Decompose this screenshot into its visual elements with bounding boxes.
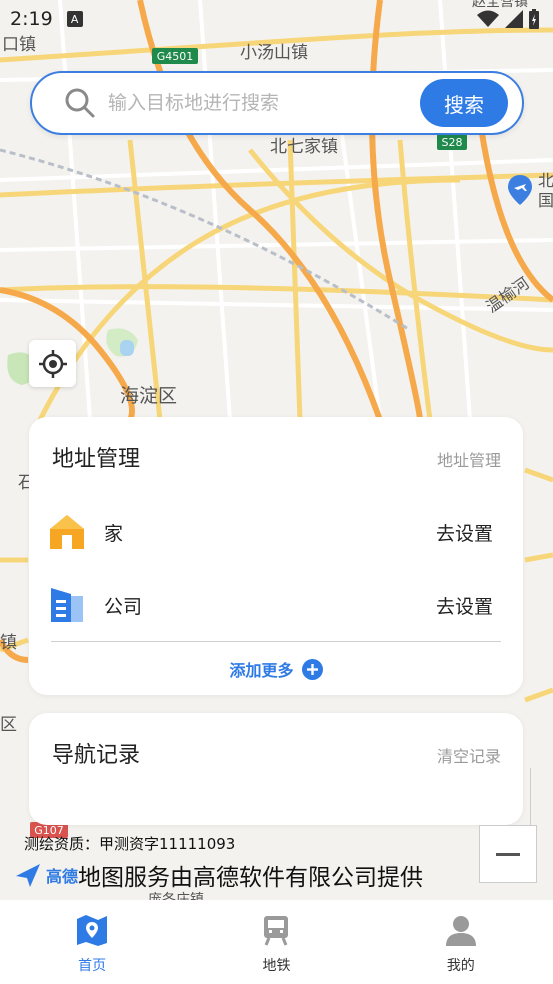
address-management-link[interactable]: 地址管理 <box>437 447 501 471</box>
map-label: 海淀区 <box>120 385 177 407</box>
add-more-button[interactable]: 添加更多 <box>29 657 523 681</box>
plus-circle-icon <box>301 658 323 680</box>
status-icons <box>477 9 539 29</box>
signal-icon <box>505 10 523 28</box>
address-label: 家 <box>104 522 124 545</box>
svg-text:S28: S28 <box>442 136 463 149</box>
nav-card-title: 导航记录 <box>52 743 141 768</box>
svg-text:G4501: G4501 <box>157 50 194 63</box>
search-icon <box>65 88 95 118</box>
subway-icon <box>264 916 289 946</box>
bottom-tab-bar: 首页 地铁 我的 <box>0 900 553 984</box>
map-label: 镇 <box>0 633 17 653</box>
add-more-label: 添加更多 <box>229 661 294 680</box>
locate-button[interactable] <box>29 340 76 387</box>
battery-icon <box>529 9 539 29</box>
status-bar: 2:19 A <box>0 0 553 38</box>
map-label: 小汤山镇 <box>240 43 308 63</box>
clear-history-button[interactable]: 清空记录 <box>437 743 501 767</box>
map-label: 国 <box>538 191 553 210</box>
zoom-out-button[interactable] <box>479 825 537 883</box>
zoom-control-frame <box>530 768 538 826</box>
tab-home[interactable]: 首页 <box>0 900 184 984</box>
map-provider-notice: 地图服务由高德软件有限公司提供 <box>78 865 423 891</box>
address-item-company[interactable]: 公司 去设置 <box>49 580 503 630</box>
set-address-button[interactable]: 去设置 <box>436 592 503 619</box>
set-address-button[interactable]: 去设置 <box>436 519 503 546</box>
amap-logo-text: 高德 <box>46 867 79 886</box>
wifi-icon <box>477 10 499 27</box>
map-label: 北七家镇 <box>270 137 338 157</box>
address-management-card: 地址管理 地址管理 家 去设置 公司 去设置 添加更多 <box>29 417 523 695</box>
map-label: 区 <box>0 715 17 735</box>
amap-logo: 高德 <box>14 862 78 888</box>
survey-qualification: 测绘资质：甲测资字11111093 <box>24 835 236 853</box>
tab-profile[interactable]: 我的 <box>369 900 553 984</box>
address-card-title: 地址管理 <box>52 447 141 472</box>
lake <box>120 340 134 356</box>
navigation-history-card: 导航记录 清空记录 <box>29 713 523 825</box>
map-label: 口镇 <box>2 35 36 55</box>
search-bar: 搜索 <box>30 71 524 135</box>
road-badge: G4501 <box>152 48 198 64</box>
road-badge: S28 <box>437 134 467 150</box>
tab-label: 首页 <box>78 958 107 974</box>
status-time: 2:19 <box>10 8 53 30</box>
minus-icon <box>496 852 520 856</box>
locate-icon <box>38 349 67 378</box>
search-button[interactable]: 搜索 <box>420 79 508 127</box>
office-building-icon <box>51 588 83 622</box>
tab-subway[interactable]: 地铁 <box>184 900 368 984</box>
address-label: 公司 <box>104 595 143 618</box>
map-label: 北 <box>538 171 553 190</box>
address-item-home[interactable]: 家 去设置 <box>49 507 503 557</box>
map-label: 庞各庄镇 <box>148 891 204 900</box>
card-divider <box>51 641 501 642</box>
tab-label: 我的 <box>446 958 475 974</box>
tab-label: 地铁 <box>262 958 291 974</box>
amap-logo-icon <box>16 864 40 887</box>
notification-icon: A <box>66 11 83 27</box>
home-icon <box>50 515 84 549</box>
map-icon <box>77 915 108 946</box>
user-icon <box>445 916 476 946</box>
